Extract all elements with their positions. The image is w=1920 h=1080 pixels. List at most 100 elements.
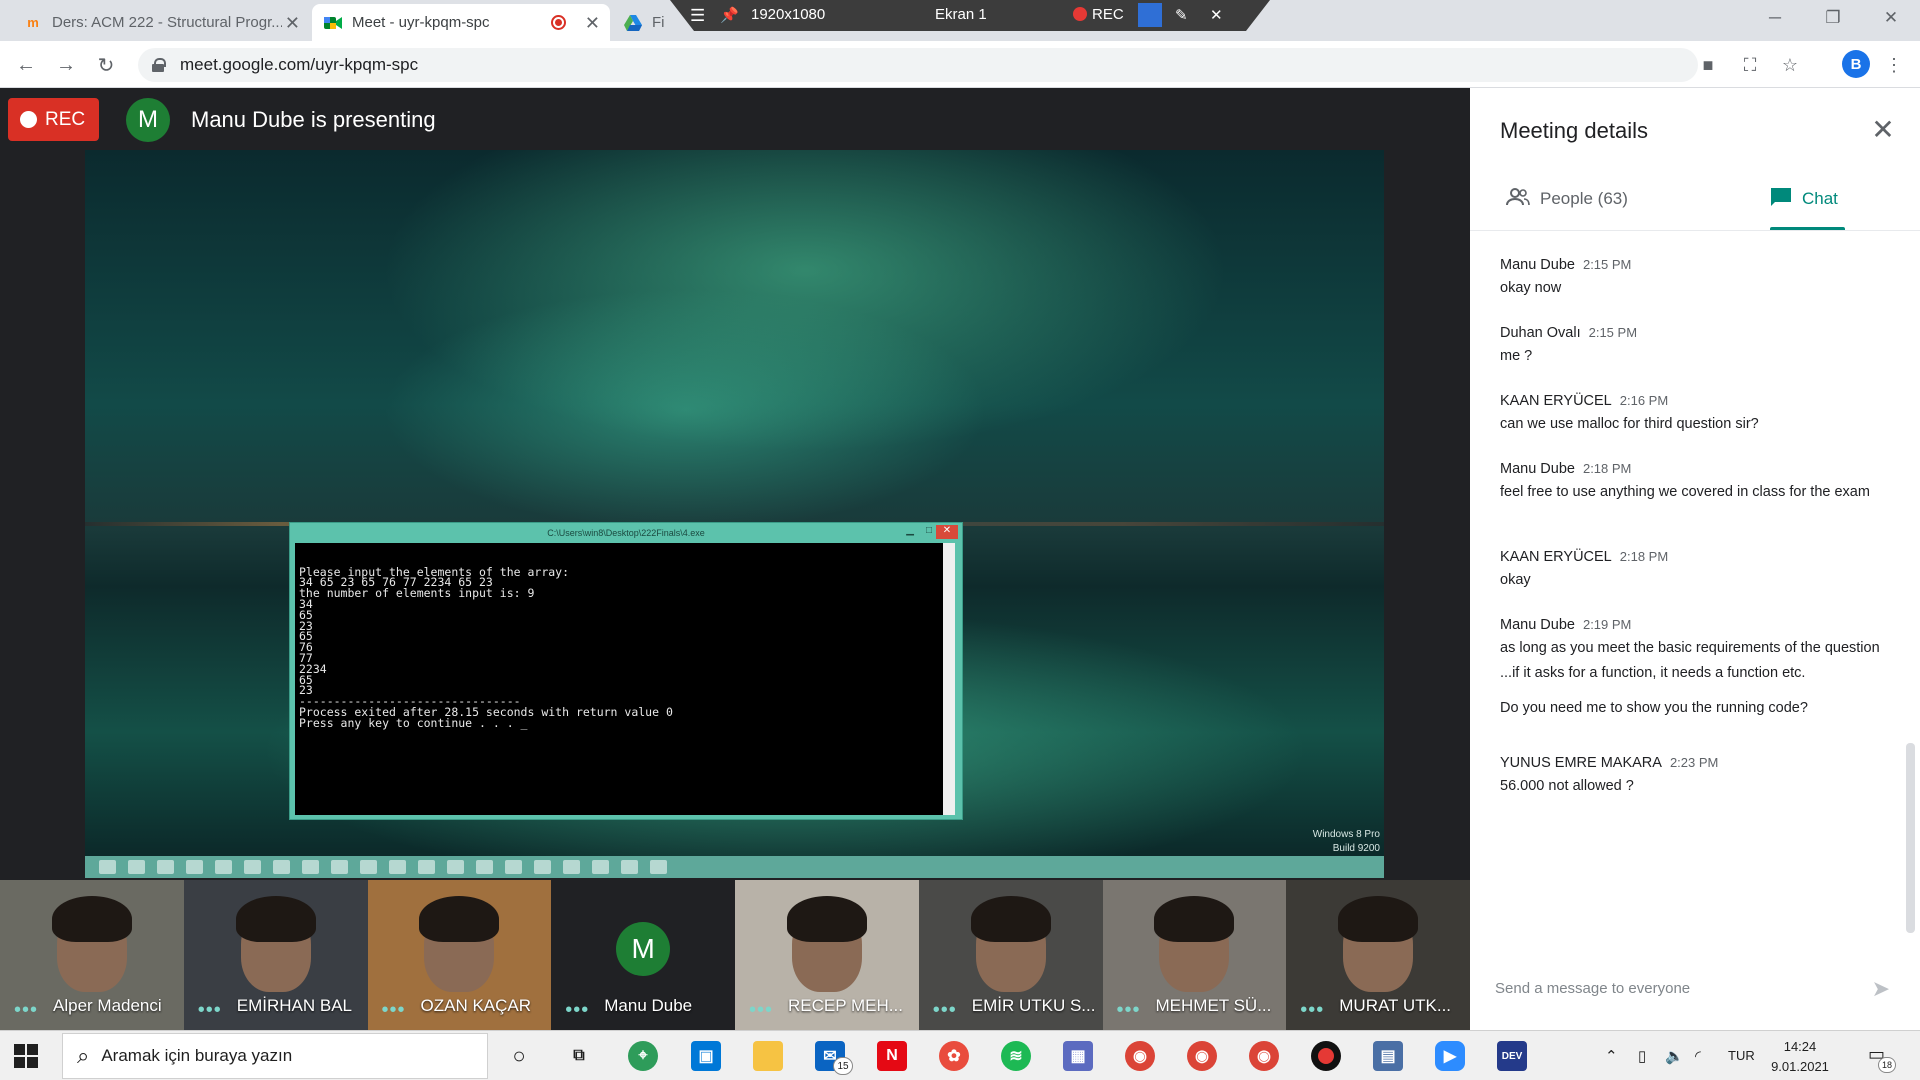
chat-input[interactable]: Send a message to everyone (1495, 980, 1690, 997)
calculator-icon[interactable]: ▦ (1063, 1041, 1093, 1071)
chat-time: 2:18 PM (1619, 549, 1669, 564)
send-icon[interactable]: ➤ (1872, 976, 1890, 1002)
zoom-icon[interactable]: ▶ (1435, 1041, 1465, 1071)
console-output: Please input the elements of the array: 3… (295, 543, 955, 815)
tab-third[interactable]: Fi (612, 4, 672, 41)
console-close-icon[interactable]: ✕ (936, 525, 958, 539)
clock-date: 9.01.2021 (1771, 1059, 1829, 1074)
store-icon[interactable]: ▣ (691, 1041, 721, 1071)
netflix-icon[interactable]: N (877, 1041, 907, 1071)
console-line: 65 (299, 672, 313, 687)
audio-indicator-icon: ••• (565, 999, 590, 1021)
close-window-icon[interactable]: ✕ (1862, 0, 1920, 36)
wifi-icon[interactable]: ◜ (1695, 1047, 1701, 1065)
console-minimize-icon[interactable]: ▁ (906, 525, 914, 539)
chrome-profile-icon[interactable]: ◉ (1187, 1041, 1217, 1071)
spotify-icon[interactable]: ≋ (1001, 1041, 1031, 1071)
close-tab-icon[interactable]: ✕ (285, 13, 300, 34)
participant-tile[interactable]: ••• MURAT UTK... (1286, 880, 1470, 1030)
chrome-alt-icon[interactable]: ◉ (1249, 1041, 1279, 1071)
tray-device-icon[interactable]: ▯ (1638, 1047, 1646, 1065)
participant-tile[interactable]: ••• Alper Madenci (0, 880, 184, 1030)
maximize-icon[interactable]: ❐ (1804, 0, 1862, 36)
menu-icon[interactable]: ☰ (690, 6, 705, 26)
windows-taskbar: ⌕ Aramak için buraya yazın ○ ⧉ ⌖ ▣ ✉ 15 … (0, 1030, 1920, 1080)
volume-icon[interactable]: 🔈 (1665, 1047, 1684, 1065)
more-menu-icon[interactable]: ⋮ (1882, 53, 1906, 77)
network-app-icon[interactable]: ▤ (1373, 1041, 1403, 1071)
tray-chevron-icon[interactable]: ⌃ (1605, 1047, 1618, 1065)
bookmark-star-icon[interactable]: ☆ (1778, 53, 1802, 77)
camera-toggle-icon[interactable] (1138, 3, 1162, 27)
profile-avatar[interactable]: B (1842, 50, 1870, 78)
close-panel-icon[interactable]: ✕ (1868, 114, 1898, 145)
windows-search-field[interactable]: ⌕ Aramak için buraya yazın (62, 1033, 488, 1079)
recording-badge[interactable]: REC (8, 98, 99, 141)
participant-tile[interactable]: ••• OZAN KAÇAR (367, 880, 552, 1030)
participant-tile[interactable]: ••• MEHMET SÜ... (1102, 880, 1287, 1030)
windows-start-icon[interactable] (14, 1044, 38, 1068)
participant-tile[interactable]: ••• RECEP MEH... (735, 880, 919, 1030)
panel-title: Meeting details (1500, 118, 1648, 143)
participant-tile[interactable]: M ••• Manu Dube (551, 880, 735, 1030)
tab-people[interactable]: People (63) (1506, 180, 1628, 218)
meeting-details-panel: Meeting details ✕ People (63) Chat Manu … (1470, 88, 1920, 1030)
pen-icon[interactable]: ✎ (1175, 6, 1188, 24)
clock[interactable]: 14:24 9.01.2021 (1760, 1037, 1840, 1077)
taskbar-app-icon (244, 860, 261, 874)
taskbar-app-icon (99, 860, 116, 874)
camera-icon[interactable]: ■ (1696, 53, 1720, 77)
chat-sender: Duhan Ovalı (1500, 325, 1581, 341)
task-view-icon[interactable]: ⧉ (564, 1041, 594, 1071)
clock-time: 14:24 (1783, 1039, 1817, 1054)
screen-recorder-icon[interactable] (1311, 1041, 1341, 1071)
participant-name: EMİR UTKU S... (971, 996, 1096, 1015)
shared-screen[interactable]: C:\Users\win8\Desktop\222Finals\4.exe ▁ … (85, 150, 1384, 878)
console-window[interactable]: C:\Users\win8\Desktop\222Finals\4.exe ▁ … (289, 522, 963, 820)
chat-sender: KAAN ERYÜCEL (1500, 549, 1612, 565)
tab-meet[interactable]: Meet - uyr-kpqm-spc ✕ (312, 4, 610, 41)
chat-message-header: Manu Dube 2:15 PM (1500, 256, 1885, 274)
participant-name: Manu Dube (604, 996, 693, 1015)
windows-watermark: Windows 8 Pro Build 9200 (1313, 828, 1380, 856)
paint-icon[interactable]: ✿ (939, 1041, 969, 1071)
chat-message: Manu Dube 2:18 PM feel free to use anythin… (1500, 460, 1885, 505)
tab-moodle[interactable]: m Ders: ACM 222 - Structural Progr... ✕ (12, 4, 310, 41)
translate-icon[interactable]: ⛶ (1738, 53, 1762, 77)
participant-tile[interactable]: ••• EMİR UTKU S... (918, 880, 1103, 1030)
chat-text: Do you need me to show you the running c… (1500, 700, 1808, 716)
forward-icon[interactable]: → (52, 51, 80, 79)
audio-indicator-icon: ••• (749, 999, 774, 1021)
close-recorder-icon[interactable]: ✕ (1210, 6, 1223, 24)
participant-tile[interactable]: ••• EMİRHAN BAL (183, 880, 368, 1030)
chat-message: Manu Dube 2:19 PM as long as you meet the … (1500, 616, 1885, 721)
tab-chat[interactable]: Chat (1770, 180, 1850, 218)
cortana-icon[interactable]: ○ (504, 1041, 534, 1071)
close-tab-icon[interactable]: ✕ (585, 13, 600, 34)
console-maximize-icon[interactable]: □ (926, 525, 932, 539)
file-explorer-icon[interactable] (753, 1041, 783, 1071)
back-icon[interactable]: ← (12, 51, 40, 79)
participant-video-hair (1154, 896, 1235, 942)
taskbar-app-icon (128, 860, 145, 874)
pin-icon[interactable]: 📌 (720, 6, 739, 24)
console-line: 2234 (299, 661, 327, 676)
recorder-rec-label[interactable]: REC (1092, 6, 1124, 23)
tab-title: Ders: ACM 222 - Structural Progr... (52, 14, 282, 31)
participant-avatar: M (616, 922, 671, 976)
taskbar-app-icon (215, 860, 232, 874)
url-field[interactable]: meet.google.com/uyr-kpqm-spc (138, 48, 1698, 82)
chat-scrollbar[interactable] (1906, 743, 1915, 933)
record-dot-icon (1073, 7, 1087, 21)
minimize-icon[interactable]: ─ (1746, 0, 1804, 36)
reload-icon[interactable]: ↻ (92, 51, 120, 79)
maps-icon[interactable]: ⌖ (628, 1041, 658, 1071)
chat-message: KAAN ERYÜCEL 2:18 PM okay (1500, 548, 1885, 593)
devcpp-icon[interactable]: DEV (1497, 1041, 1527, 1071)
participant-video-hair (970, 896, 1051, 942)
lock-icon[interactable] (152, 58, 166, 72)
language-indicator[interactable]: TUR (1728, 1048, 1755, 1063)
console-scrollbar[interactable] (943, 543, 955, 815)
chrome-icon[interactable]: ◉ (1125, 1041, 1155, 1071)
chat-message: Manu Dube 2:15 PM okay now (1500, 256, 1885, 301)
